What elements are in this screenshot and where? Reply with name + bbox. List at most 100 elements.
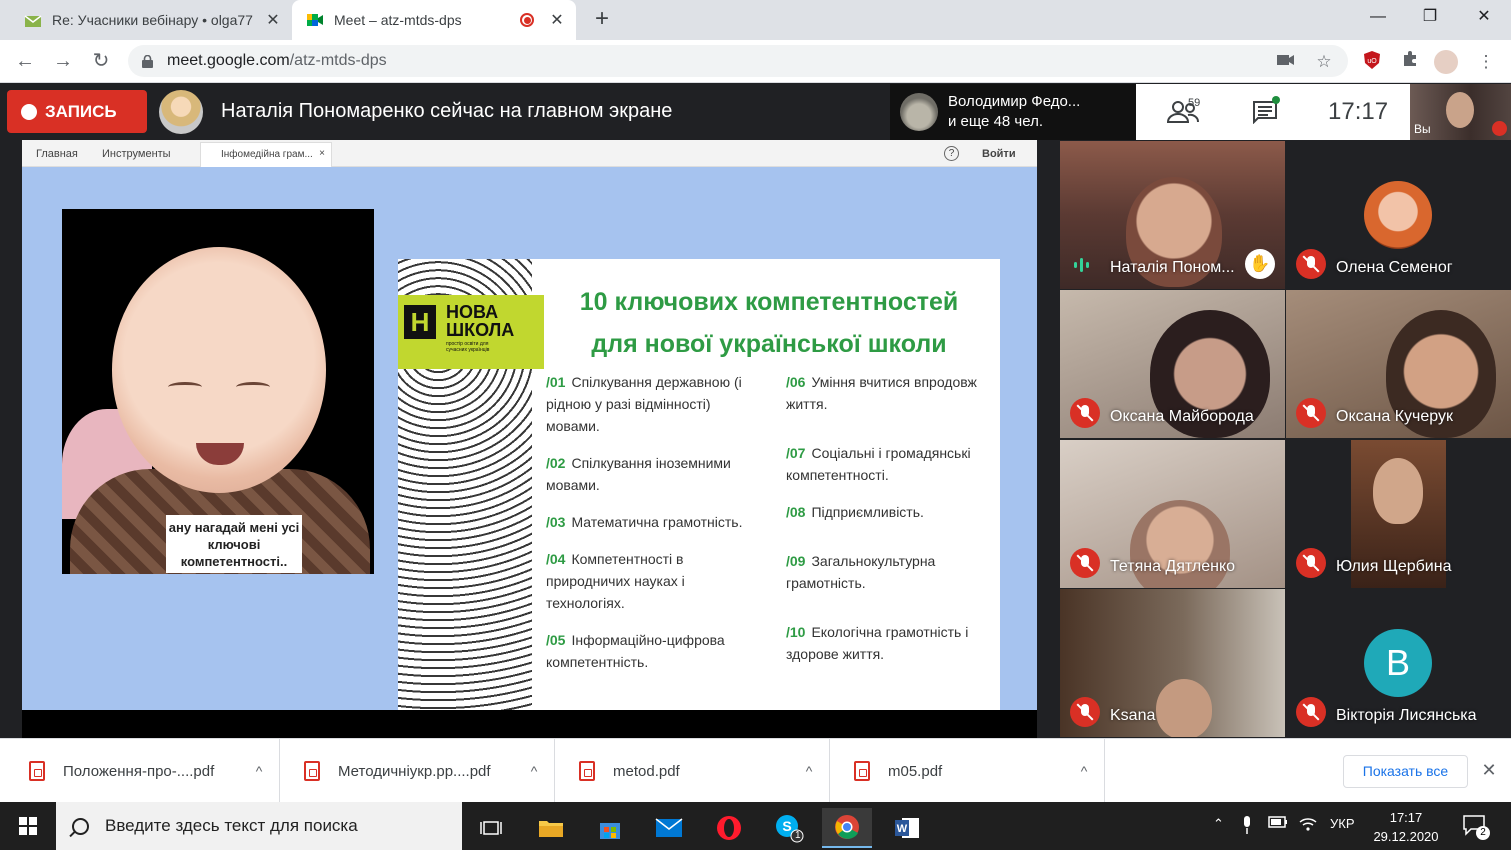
participant-tile[interactable]: Оксана Кучерук	[1286, 290, 1511, 438]
close-downloads-icon[interactable]: ✕	[1478, 759, 1500, 781]
pres-menu-tools[interactable]: Инструменты	[102, 148, 171, 160]
tab-mail[interactable]: Re: Учасники вебінару • olga77 ✕	[8, 0, 292, 40]
forward-arrow-icon[interactable]: →	[50, 48, 76, 74]
tab-meet[interactable]: Meet – atz-mtds-dps ✕	[292, 0, 576, 40]
slide-title-line1: 10 ключових компетентностей	[579, 288, 959, 316]
address-bar[interactable]: meet.google.com/atz-mtds-dps	[128, 45, 1348, 77]
google-meet-icon	[307, 14, 323, 26]
download-item[interactable]: Положення-про-....pdf ^	[5, 739, 280, 803]
extensions-puzzle-icon[interactable]	[1398, 50, 1422, 74]
system-clock[interactable]: 17:17 29.12.2020	[1372, 808, 1440, 846]
participant-tile[interactable]: Тетяна Дятленко	[1060, 440, 1285, 588]
participant-video	[1156, 679, 1212, 737]
download-item[interactable]: metod.pdf ^	[555, 739, 830, 803]
chevron-up-icon[interactable]: ^	[789, 763, 829, 779]
skype-icon[interactable]: S 1	[764, 808, 814, 848]
competency-item: /10 Екологічна грамотність і здорове житт…	[786, 621, 996, 665]
chrome-icon[interactable]	[822, 808, 872, 848]
back-arrow-icon[interactable]: ←	[12, 48, 38, 74]
presenting-notice: Наталія Пономаренко сейчас на главном эк…	[221, 100, 673, 122]
input-language[interactable]: УКР	[1330, 816, 1355, 831]
opera-icon[interactable]	[704, 808, 754, 848]
competency-number: /02	[546, 455, 566, 471]
self-view-tile[interactable]: Вы	[1410, 84, 1511, 140]
participant-tile[interactable]: Олена Семеног	[1286, 141, 1511, 289]
reload-icon[interactable]: ↻	[88, 48, 114, 74]
competency-item: /01 Спілкування державною (і рідною у раз…	[546, 371, 766, 437]
mic-off-icon	[1296, 548, 1326, 578]
menu-kebab-icon[interactable]: ⋮	[1474, 50, 1498, 74]
close-tab-icon[interactable]: ✕	[262, 10, 284, 30]
logo-text: НОВА ШКОЛА	[446, 303, 514, 339]
download-item[interactable]: m05.pdf ^	[830, 739, 1105, 803]
download-filename: Положення-про-....pdf	[63, 762, 215, 780]
pres-menu-home[interactable]: Главная	[36, 148, 78, 160]
pres-document-tab[interactable]: Інфомедійна грам... ×	[200, 142, 332, 167]
mic-off-icon	[1296, 398, 1326, 428]
baby-eye	[236, 382, 270, 392]
participant-avatar: В	[1364, 629, 1432, 697]
notifications-icon[interactable]: 2	[1462, 814, 1490, 840]
help-icon[interactable]: ?	[944, 146, 959, 161]
photo-caption: ану нагадай мені усі ключові компетентно…	[166, 515, 302, 573]
nova-shkola-logo: Н НОВА ШКОЛА простір освіти для сучасних…	[398, 295, 544, 369]
recording-indicator-icon	[520, 13, 534, 27]
participant-tile[interactable]: Наталія Поном... ✋	[1060, 141, 1285, 289]
new-tab-button[interactable]: +	[588, 6, 616, 34]
slide-title-line2: для нової української школи	[591, 330, 947, 358]
chevron-up-icon[interactable]: ^	[239, 763, 279, 779]
word-icon[interactable]: W	[882, 808, 932, 848]
search-icon	[72, 817, 89, 835]
show-all-downloads-button[interactable]: Показать все	[1343, 755, 1468, 788]
competency-item: /09 Загальнокультурна грамотність.	[786, 550, 966, 594]
ublock-extension-icon[interactable]: uO	[1360, 50, 1384, 74]
participant-tile[interactable]: Оксана Майборода	[1060, 290, 1285, 438]
mic-off-icon	[1492, 121, 1507, 136]
battery-icon[interactable]	[1268, 816, 1288, 831]
windows-logo-icon	[19, 817, 37, 835]
participant-name: Тетяна Дятленко	[1110, 558, 1236, 575]
self-face	[1446, 92, 1474, 128]
minimize-button[interactable]: —	[1351, 0, 1405, 34]
recording-label: ЗАПИСЬ	[45, 101, 117, 121]
start-button[interactable]	[0, 802, 56, 850]
participant-tile[interactable]: Ksana	[1060, 589, 1285, 737]
task-view-icon[interactable]	[466, 808, 516, 848]
svg-text:uO: uO	[1367, 58, 1377, 65]
record-dot-icon	[21, 103, 37, 120]
competency-text: Підприємливість.	[811, 504, 924, 520]
wifi-icon[interactable]	[1298, 816, 1318, 835]
competency-number: /06	[786, 374, 806, 390]
pres-tab-label: Інфомедійна грам...	[221, 149, 313, 160]
tab-title: Re: Учасники вебінару • olga77	[52, 12, 253, 28]
chevron-up-icon[interactable]: ^	[514, 763, 554, 779]
bookmark-star-icon[interactable]: ☆	[1312, 50, 1336, 74]
logo-subtitle: простір освіти для сучасних українців	[446, 341, 490, 353]
tray-microphone-icon[interactable]	[1242, 816, 1252, 837]
close-tab-icon[interactable]: ✕	[546, 10, 568, 30]
taskbar-search[interactable]: Введите здесь текст для поиска	[56, 802, 462, 850]
download-filename: Методичніукр.рр....pdf	[338, 762, 491, 780]
chevron-up-icon[interactable]: ^	[1064, 763, 1104, 779]
download-item[interactable]: Методичніукр.рр....pdf ^	[280, 739, 555, 803]
close-icon[interactable]: ×	[319, 148, 325, 159]
competency-number: /10	[786, 624, 806, 640]
restore-button[interactable]: ❐	[1403, 0, 1457, 34]
file-explorer-icon[interactable]	[526, 808, 576, 848]
competency-text: Соціальні і громадянські компетентності.	[786, 445, 971, 483]
pres-login-button[interactable]: Войти	[982, 148, 1016, 160]
profile-avatar[interactable]	[1434, 50, 1458, 74]
participant-tile[interactable]: В Вікторія Лисянська	[1286, 589, 1511, 737]
competency-number: /08	[786, 504, 806, 520]
competency-item: /06 Уміння вчитися впродовж життя.	[786, 371, 996, 415]
close-window-button[interactable]: ✕	[1457, 0, 1511, 34]
pdf-file-icon	[304, 761, 320, 781]
mail-app-icon[interactable]	[644, 808, 694, 848]
download-filename: metod.pdf	[613, 762, 680, 780]
recording-badge[interactable]: ЗАПИСЬ	[7, 90, 147, 133]
store-icon[interactable]	[585, 808, 635, 848]
other-participants-chip[interactable]: Володимир Федо... и еще 48 чел.	[890, 84, 1136, 140]
camera-icon[interactable]	[1274, 50, 1298, 74]
participant-tile[interactable]: Юлия Щербина	[1286, 440, 1511, 588]
tray-chevron-up-icon[interactable]: ⌃	[1213, 816, 1224, 832]
